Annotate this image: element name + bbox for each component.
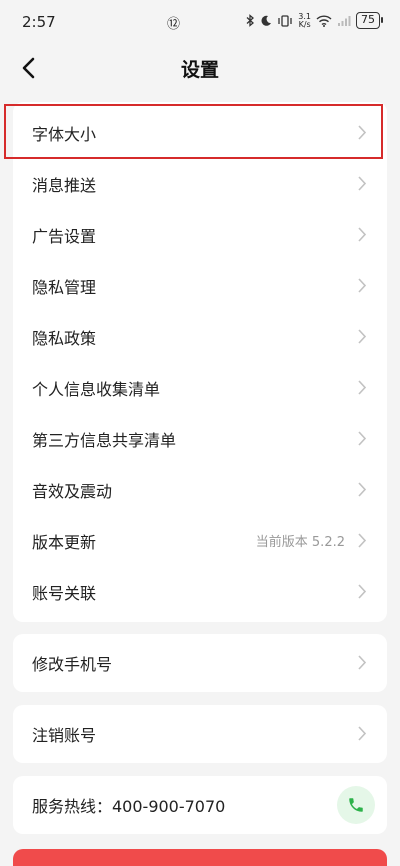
settings-item-third-party-sharing[interactable]: 第三方信息共享清单 xyxy=(13,413,387,464)
status-icons: 3.1 K/s 75 xyxy=(246,11,383,29)
settings-list: 字体大小 消息推送 广告设置 隐私管理 隐私政策 个人信息收集清单 第三方信息共… xyxy=(13,102,387,622)
settings-item-personal-info-list[interactable]: 个人信息收集清单 xyxy=(13,362,387,413)
chevron-right-icon xyxy=(358,482,367,497)
moon-icon xyxy=(261,15,272,26)
settings-item-sound-vibration[interactable]: 音效及震动 xyxy=(13,464,387,515)
settings-item-label: 个人信息收集清单 xyxy=(32,379,161,399)
settings-item-label: 音效及震动 xyxy=(32,481,113,501)
settings-item-label: 账号关联 xyxy=(32,583,97,603)
settings-item-change-phone[interactable]: 修改手机号 xyxy=(13,637,387,688)
settings-item-label: 第三方信息共享清单 xyxy=(32,430,177,450)
status-bar: 2:57 ⑫ 3.1 K/s 75 xyxy=(0,0,400,44)
notification-icon: ⑫ xyxy=(167,17,181,32)
network-speed: 3.1 K/s xyxy=(298,11,311,29)
chevron-right-icon xyxy=(358,584,367,599)
chevron-right-icon xyxy=(358,380,367,395)
settings-item-label: 字体大小 xyxy=(32,124,97,144)
wifi-icon xyxy=(316,14,332,27)
signal-icon xyxy=(338,15,351,26)
chevron-right-icon xyxy=(358,176,367,191)
version-value: 当前版本 5.2.2 xyxy=(255,535,345,550)
settings-item-label: 版本更新 xyxy=(32,532,97,552)
settings-item-label: 隐私政策 xyxy=(32,328,97,348)
nav-bar: 设置 xyxy=(0,44,400,92)
phone-icon xyxy=(349,798,363,812)
service-hotline-card: 服务热线：400-900-7070 xyxy=(13,776,387,834)
service-hotline-text: 服务热线：400-900-7070 xyxy=(32,796,226,816)
settings-item-label: 消息推送 xyxy=(32,175,97,195)
settings-item-cancel-account[interactable]: 注销账号 xyxy=(13,708,387,759)
chevron-right-icon xyxy=(358,278,367,293)
chevron-right-icon xyxy=(358,125,367,140)
settings-item-ad-settings[interactable]: 广告设置 xyxy=(13,209,387,260)
settings-item-privacy-policy[interactable]: 隐私政策 xyxy=(13,311,387,362)
cancel-account-card: 注销账号 xyxy=(13,705,387,763)
vibrate-icon xyxy=(278,14,292,27)
bluetooth-icon xyxy=(246,14,255,27)
call-button[interactable] xyxy=(337,786,375,824)
status-time: 2:57 xyxy=(22,13,56,31)
bottom-action-button[interactable] xyxy=(13,849,387,866)
settings-item-label: 广告设置 xyxy=(32,226,97,246)
settings-item-account-linking[interactable]: 账号关联 xyxy=(13,566,387,617)
page-title: 设置 xyxy=(180,59,219,81)
service-hotline-row: 服务热线：400-900-7070 xyxy=(13,779,387,830)
battery-indicator: 75 xyxy=(356,12,383,29)
settings-item-label: 隐私管理 xyxy=(32,277,97,297)
chevron-right-icon xyxy=(358,726,367,741)
chevron-right-icon xyxy=(358,431,367,446)
settings-item-label: 修改手机号 xyxy=(32,654,113,674)
chevron-right-icon xyxy=(358,329,367,344)
settings-item-message-push[interactable]: 消息推送 xyxy=(13,158,387,209)
chevron-right-icon xyxy=(358,655,367,670)
settings-item-label: 注销账号 xyxy=(32,725,97,745)
change-phone-card: 修改手机号 xyxy=(13,634,387,692)
settings-item-font-size[interactable]: 字体大小 xyxy=(13,107,387,158)
settings-item-version-update[interactable]: 版本更新 当前版本 5.2.2 xyxy=(13,515,387,566)
chevron-right-icon xyxy=(358,227,367,242)
settings-item-privacy-management[interactable]: 隐私管理 xyxy=(13,260,387,311)
chevron-right-icon xyxy=(358,533,367,548)
